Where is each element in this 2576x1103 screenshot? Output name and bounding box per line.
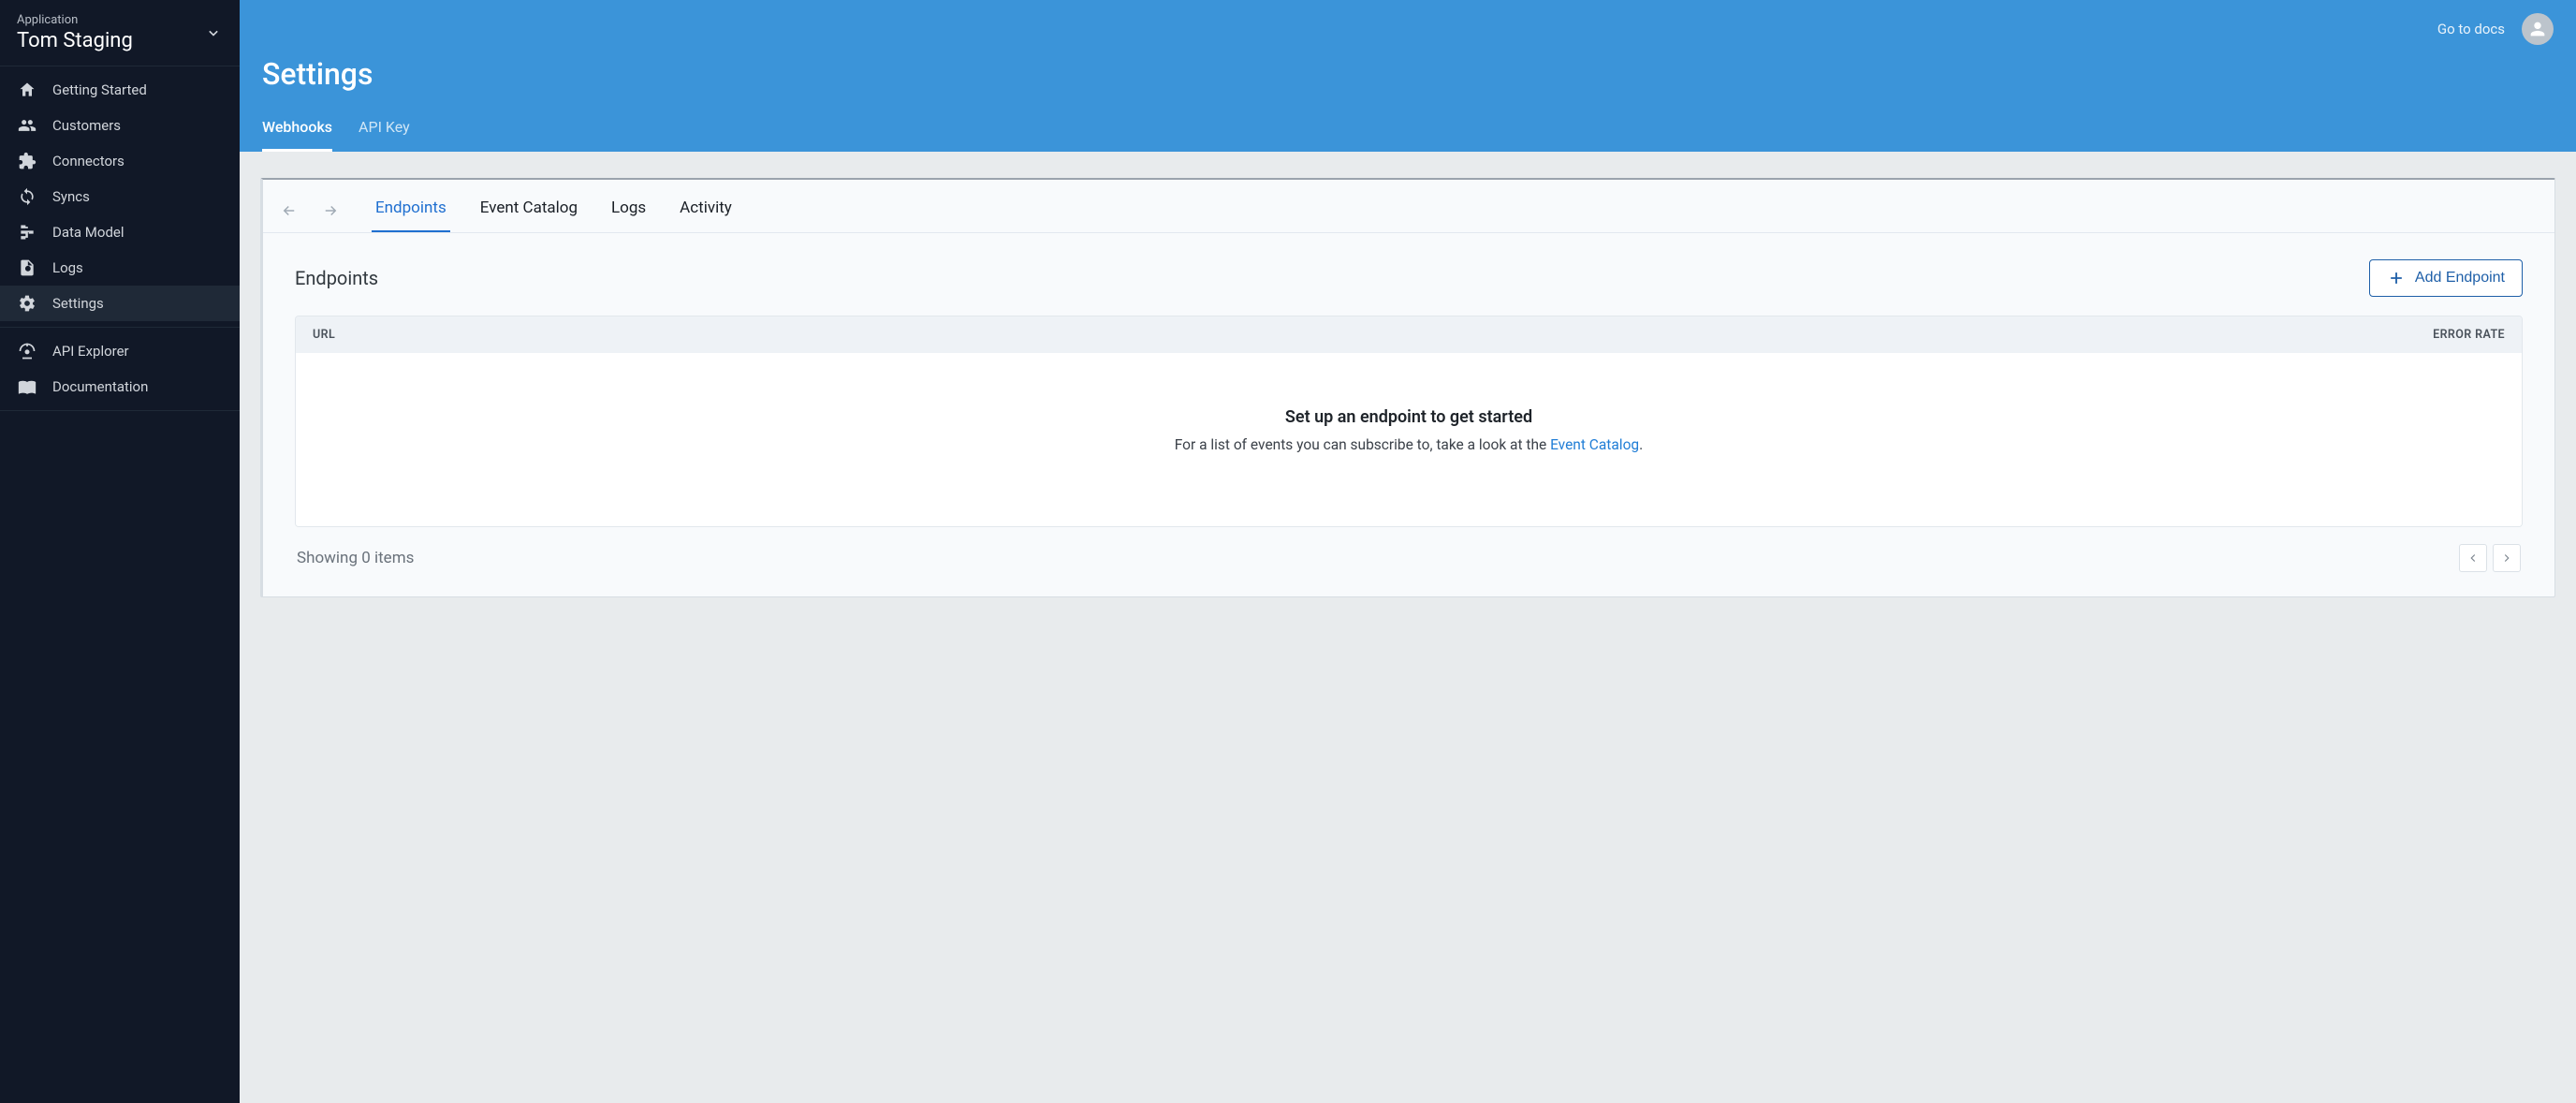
book-icon bbox=[17, 376, 37, 397]
nav-forward-button[interactable] bbox=[319, 199, 342, 222]
sidebar-item-label: Documentation bbox=[52, 378, 148, 395]
sync-icon bbox=[17, 186, 37, 207]
page-title: Settings bbox=[262, 45, 2554, 97]
page-header: Go to docs Settings Webhooks API Key bbox=[240, 0, 2576, 152]
sidebar-spacer bbox=[0, 410, 240, 1103]
chevron-down-icon bbox=[204, 23, 223, 42]
person-icon bbox=[2527, 19, 2548, 39]
empty-state-subtitle: For a list of events you can subscribe t… bbox=[315, 436, 2503, 453]
avatar[interactable] bbox=[2522, 13, 2554, 45]
page-next-button[interactable] bbox=[2493, 544, 2521, 572]
empty-state-title: Set up an endpoint to get started bbox=[315, 407, 2503, 427]
sidebar-item-connectors[interactable]: Connectors bbox=[0, 143, 240, 179]
tab-logs[interactable]: Logs bbox=[607, 189, 650, 232]
pagination-status: Showing 0 items bbox=[297, 549, 414, 567]
search-doc-icon bbox=[17, 257, 37, 278]
page-prev-button[interactable] bbox=[2459, 544, 2487, 572]
app-name: Tom Staging bbox=[17, 29, 133, 52]
column-url: URL bbox=[313, 328, 335, 342]
empty-state-prefix: For a list of events you can subscribe t… bbox=[1175, 436, 1550, 453]
gear-icon bbox=[17, 293, 37, 314]
sidebar-item-data-model[interactable]: Data Model bbox=[0, 214, 240, 250]
app-label: Application bbox=[17, 13, 133, 27]
section-title: Endpoints bbox=[295, 267, 378, 289]
event-catalog-link[interactable]: Event Catalog bbox=[1550, 436, 1639, 453]
sidebar-item-label: Settings bbox=[52, 295, 104, 312]
nav-group-secondary: API Explorer Documentation bbox=[0, 327, 240, 410]
sidebar-item-settings[interactable]: Settings bbox=[0, 286, 240, 321]
sidebar-item-syncs[interactable]: Syncs bbox=[0, 179, 240, 214]
sidebar-item-label: Getting Started bbox=[52, 81, 147, 98]
nav-back-button[interactable] bbox=[278, 199, 300, 222]
sidebar-item-customers[interactable]: Customers bbox=[0, 108, 240, 143]
sidebar-item-label: Logs bbox=[52, 259, 83, 276]
column-error-rate: ERROR RATE bbox=[2433, 328, 2505, 342]
tab-api-key[interactable]: API Key bbox=[359, 109, 410, 152]
sidebar-item-api-explorer[interactable]: API Explorer bbox=[0, 333, 240, 369]
webhooks-panel: Endpoints Event Catalog Logs Activity En… bbox=[260, 178, 2555, 597]
sidebar-item-label: Syncs bbox=[52, 188, 90, 205]
plus-icon bbox=[2387, 269, 2406, 287]
tab-webhooks[interactable]: Webhooks bbox=[262, 109, 332, 152]
empty-state-suffix: . bbox=[1639, 436, 1643, 453]
main-content: Go to docs Settings Webhooks API Key End… bbox=[240, 0, 2576, 1103]
microscope-icon bbox=[17, 341, 37, 361]
sidebar-item-label: Connectors bbox=[52, 153, 124, 169]
sidebar-item-label: API Explorer bbox=[52, 343, 129, 360]
home-icon bbox=[17, 80, 37, 100]
sidebar-item-label: Customers bbox=[52, 117, 121, 134]
go-to-docs-link[interactable]: Go to docs bbox=[2437, 21, 2505, 37]
people-icon bbox=[17, 115, 37, 136]
app-switcher[interactable]: Application Tom Staging bbox=[0, 0, 240, 66]
sidebar-item-label: Data Model bbox=[52, 224, 124, 241]
endpoints-table: URL ERROR RATE Set up an endpoint to get… bbox=[295, 316, 2523, 527]
pagination bbox=[2459, 544, 2521, 572]
sidebar: Application Tom Staging Getting Started … bbox=[0, 0, 240, 1103]
add-endpoint-label: Add Endpoint bbox=[2415, 270, 2505, 287]
sidebar-item-documentation[interactable]: Documentation bbox=[0, 369, 240, 404]
sidebar-item-logs[interactable]: Logs bbox=[0, 250, 240, 286]
settings-tabs: Webhooks API Key bbox=[262, 109, 2554, 152]
nav-group-main: Getting Started Customers Connectors Syn… bbox=[0, 66, 240, 327]
tab-endpoints[interactable]: Endpoints bbox=[372, 189, 450, 232]
tab-activity[interactable]: Activity bbox=[676, 189, 736, 232]
sidebar-item-getting-started[interactable]: Getting Started bbox=[0, 72, 240, 108]
tab-event-catalog[interactable]: Event Catalog bbox=[476, 189, 581, 232]
puzzle-icon bbox=[17, 151, 37, 171]
empty-state: Set up an endpoint to get started For a … bbox=[296, 353, 2522, 526]
schema-icon bbox=[17, 222, 37, 243]
add-endpoint-button[interactable]: Add Endpoint bbox=[2369, 259, 2523, 297]
